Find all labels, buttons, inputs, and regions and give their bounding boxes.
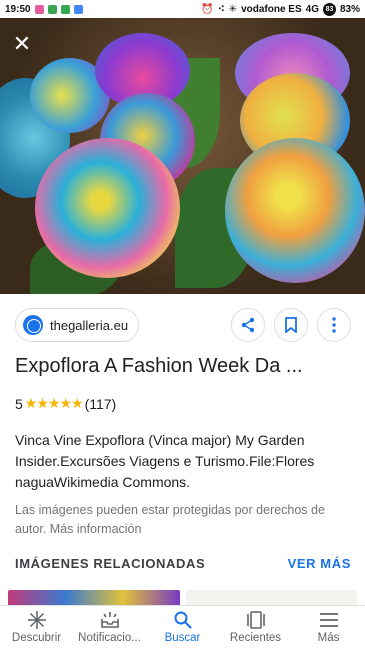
- nav-label: Descubrir: [11, 632, 62, 644]
- nav-label: Notificacio...: [78, 632, 141, 644]
- message-notification-icon: [47, 4, 57, 14]
- rating-stars: ★★★★★: [24, 395, 84, 411]
- search-icon: [174, 610, 192, 630]
- bottom-nav: Descubrir Notificacio... Buscar Reciente…: [0, 605, 365, 650]
- hero-image[interactable]: ✕: [0, 18, 365, 294]
- more-vert-icon: [332, 317, 336, 333]
- network-label: 4G: [305, 3, 319, 15]
- close-icon[interactable]: ✕: [10, 32, 34, 56]
- result-description: Vinca Vine Expoflora (Vinca major) My Ga…: [15, 432, 315, 490]
- share-button[interactable]: [231, 308, 265, 342]
- asterisk-icon: [27, 610, 47, 630]
- whatsapp-notification-icon: [60, 4, 70, 14]
- source-row: thegalleria.eu: [15, 307, 351, 343]
- nav-notifications[interactable]: Notificacio...: [75, 610, 145, 644]
- nav-more[interactable]: Más: [294, 610, 364, 644]
- action-buttons: [231, 308, 351, 342]
- status-bar: 19:50 ⏰ ⁖ ✳ vodafone ES 4G 83 83%: [0, 0, 365, 18]
- share-icon: [241, 317, 255, 333]
- nav-label: Más: [317, 632, 340, 644]
- more-options-button[interactable]: [317, 308, 351, 342]
- see-more-link[interactable]: VER MÁS: [288, 556, 351, 571]
- save-button[interactable]: [274, 308, 308, 342]
- tabs-icon: [246, 610, 266, 630]
- alarm-icon: ⏰: [201, 3, 214, 15]
- battery-label: 83%: [339, 3, 360, 15]
- globe-icon: [23, 315, 43, 335]
- rating-value: 5: [15, 395, 23, 412]
- inbox-icon: [100, 610, 120, 630]
- gallery-notification-icon: [34, 4, 44, 14]
- related-title: IMÁGENES RELACIONADAS: [15, 556, 206, 571]
- status-time: 19:50: [5, 3, 31, 15]
- source-name: thegalleria.eu: [50, 317, 129, 333]
- bookmark-icon: [285, 317, 297, 333]
- chrome-notification-icon: [73, 4, 83, 14]
- nav-discover[interactable]: Descubrir: [2, 610, 72, 644]
- review-count: (117): [84, 395, 117, 412]
- dots-icon: ⁖: [217, 3, 225, 15]
- brightness-icon: ✳: [228, 3, 238, 15]
- status-right: ⏰ ⁖ ✳ vodafone ES 4G 83 83%: [201, 2, 360, 16]
- source-chip[interactable]: thegalleria.eu: [15, 308, 140, 342]
- result-title[interactable]: Expoflora A Fashion Week Da ...: [15, 355, 355, 378]
- status-left: 19:50: [5, 4, 83, 15]
- nav-recent[interactable]: Recientes: [221, 610, 291, 644]
- battery-icon: 83: [322, 2, 336, 16]
- carrier-label: vodafone ES: [241, 3, 302, 15]
- copyright-notice[interactable]: Las imágenes pueden estar protegidas por…: [15, 501, 355, 539]
- menu-icon: [319, 610, 338, 630]
- related-header: IMÁGENES RELACIONADAS VER MÁS: [15, 556, 351, 571]
- nav-label: Buscar: [164, 632, 201, 644]
- nav-search[interactable]: Buscar: [148, 610, 218, 644]
- rating: 5 ★★★★★ (117): [15, 395, 116, 412]
- nav-label: Recientes: [229, 632, 282, 644]
